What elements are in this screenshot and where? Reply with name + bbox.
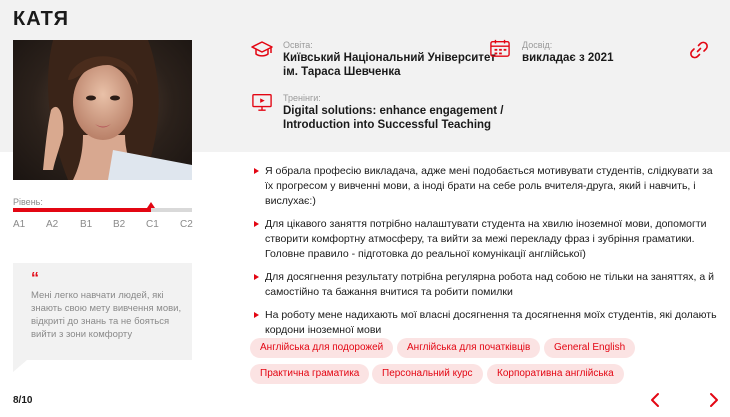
trainings-label: Тренінги: — [283, 93, 321, 103]
tag-personal-course[interactable]: Персональний курс — [372, 364, 483, 384]
tag-general-english[interactable]: General English — [544, 338, 636, 358]
education-value-line1: Київський Національний Університет — [283, 52, 496, 64]
experience-value: викладає з 2021 — [522, 52, 614, 64]
tag-practical-grammar[interactable]: Практична граматика — [250, 364, 370, 384]
tag-travel-english[interactable]: Англійська для подорожей — [250, 338, 394, 358]
level-tick: A2 — [46, 219, 59, 230]
tag-beginner-english[interactable]: Англійська для початківців — [397, 338, 541, 358]
chevron-left-icon[interactable] — [647, 391, 663, 409]
level-progress-bar — [13, 202, 192, 212]
teacher-photo — [13, 40, 192, 180]
statement-item: Для досягнення результату потрібна регул… — [250, 270, 720, 300]
statement-item: Для цікавого заняття потрібно налаштуват… — [250, 217, 720, 262]
chain-link-icon[interactable] — [690, 41, 708, 59]
chevron-right-icon[interactable] — [706, 391, 722, 409]
statement-item: Я обрала професію викладача, адже мені п… — [250, 164, 720, 209]
level-marker — [146, 202, 155, 208]
level-progress-fill — [13, 208, 151, 212]
page-counter: 8/10 — [13, 395, 33, 406]
calendar-icon — [490, 39, 510, 57]
quote-tail — [13, 360, 27, 372]
teacher-statements: Я обрала професію викладача, адже мені п… — [250, 164, 720, 346]
level-tick: A1 — [13, 219, 26, 230]
education-value-line2: ім. Тараса Шевченка — [283, 66, 401, 78]
statement-item: На роботу мене надихають мої власні дося… — [250, 308, 720, 338]
level-tick: B1 — [80, 219, 93, 230]
level-label: Рівень: — [13, 197, 43, 207]
education-label: Освіта: — [283, 40, 313, 50]
teacher-quote: “ Мені легко навчати людей, які знають с… — [13, 263, 192, 360]
trainings-value-line2: Introduction into Successful Teaching — [283, 119, 492, 131]
experience-label: Досвід: — [522, 40, 553, 50]
tag-corporate-english[interactable]: Корпоративна англійська — [487, 364, 624, 384]
teacher-name: КАТЯ — [13, 8, 69, 30]
quote-text: Мені легко навчати людей, які знають сво… — [31, 290, 182, 340]
graduation-cap-icon — [251, 41, 273, 57]
level-tick: C2 — [180, 219, 193, 230]
level-tick: C1 — [146, 219, 159, 230]
trainings-value-line1: Digital solutions: enhance engagement / — [283, 105, 504, 117]
level-tick: B2 — [113, 219, 126, 230]
presentation-monitor-icon — [252, 94, 272, 111]
quote-mark-icon: “ — [31, 270, 39, 287]
